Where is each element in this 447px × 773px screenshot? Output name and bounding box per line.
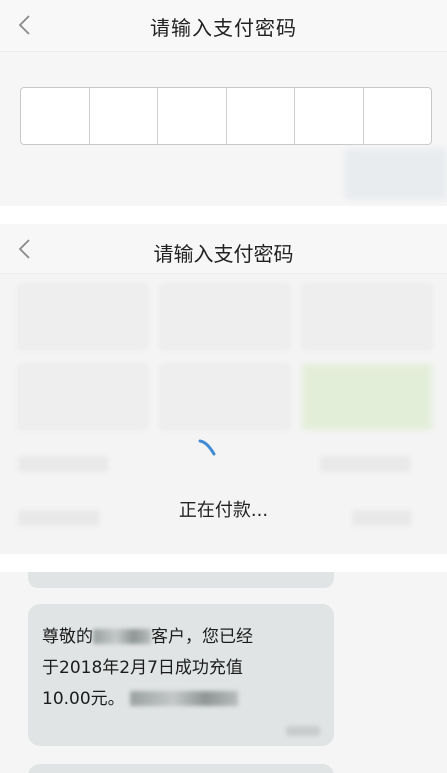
loading-spinner-icon [196,438,218,460]
blurred-tile [302,364,432,430]
password-entry-screen: 请输入支付密码 [0,0,447,206]
message-bubble: 尊敬的 客户，您已经于2018年2月7日成功充值 10.00元。 [28,604,334,746]
message-text: 尊敬的 客户，您已经于2018年2月7日成功充值 10.00元。 [42,622,320,715]
blurred-tile [160,284,290,350]
blurred-tile [18,284,148,350]
pin-digit-box[interactable] [295,88,364,144]
message-text-part: 尊敬的 [42,627,93,647]
blurred-button [344,148,447,200]
pin-input[interactable] [20,87,432,145]
message-bubble [28,764,334,773]
pin-digit-box[interactable] [364,88,432,144]
page-title: 请输入支付密码 [153,242,294,266]
sms-conversation: 尊敬的 客户，您已经于2018年2月7日成功充值 10.00元。 [0,572,447,773]
header-bar: 请输入支付密码 [0,0,447,52]
pin-digit-box[interactable] [227,88,295,144]
blurred-bar [320,456,410,472]
blurred-bar [18,456,108,472]
blurred-tile [160,364,290,430]
message-text-part: 客户，您已经 [151,627,253,647]
pin-digit-box[interactable] [158,88,227,144]
redacted-name [93,629,151,644]
pin-digit-box[interactable] [90,88,158,144]
payment-status: 正在付款... [178,500,269,521]
blurred-tile [302,284,432,350]
message-timestamp [286,726,320,736]
pin-digit-box[interactable] [21,88,90,144]
redacted-signature [130,691,239,706]
message-text-part: 10.00元。 [42,689,125,709]
message-bubble [28,572,334,588]
page-title: 请输入支付密码 [150,16,297,40]
blurred-tile [18,364,148,430]
message-text-part: 于2018年2月7日成功充值 [42,658,243,678]
processing-screen: 请输入支付密码 正在付款... [0,224,447,554]
header-bar: 请输入支付密码 [0,224,447,274]
